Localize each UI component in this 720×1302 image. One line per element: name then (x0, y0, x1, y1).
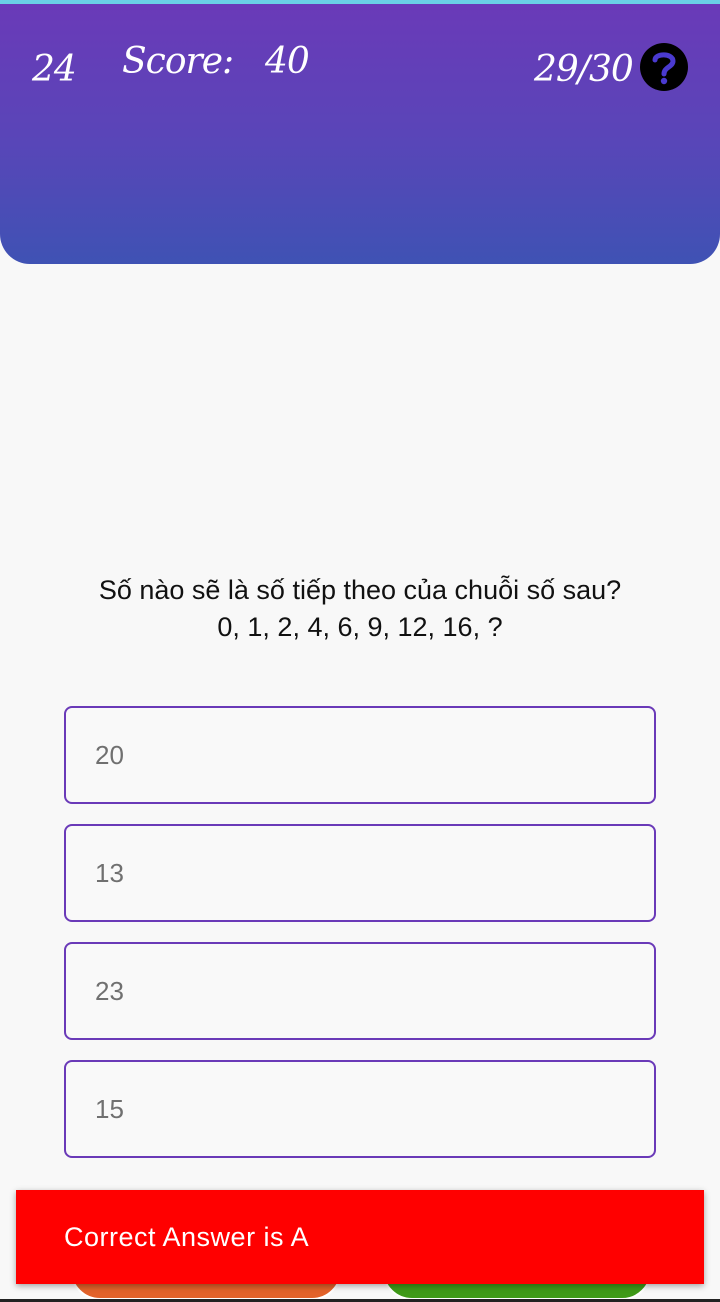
question-line-1: Số nào sẽ là số tiếp theo của chuỗi số s… (98, 575, 622, 605)
answer-option-a[interactable]: 20 (64, 706, 656, 804)
score-value: 40 (265, 41, 310, 82)
question-mark-icon (652, 52, 676, 85)
snackbar-message: Correct Answer is A (64, 1221, 310, 1252)
answer-option-c[interactable]: 23 (64, 942, 656, 1040)
question-line-2: 0, 1, 2, 4, 6, 9, 12, 16, ? (217, 612, 503, 642)
answer-options: 20 13 23 15 (64, 706, 656, 1178)
answer-option-b[interactable]: 13 (64, 824, 656, 922)
help-button[interactable] (640, 43, 688, 91)
timer-value: 24 (32, 49, 77, 90)
question-text: Số nào sẽ là số tiếp theo của chuỗi số s… (20, 572, 700, 646)
question-progress: 29/30 (534, 49, 634, 90)
quiz-header: 24 Score: 40 29/30 (0, 4, 720, 264)
answer-snackbar: Correct Answer is A (16, 1190, 704, 1284)
answer-option-d[interactable]: 15 (64, 1060, 656, 1158)
score-label: Score: (122, 41, 234, 82)
